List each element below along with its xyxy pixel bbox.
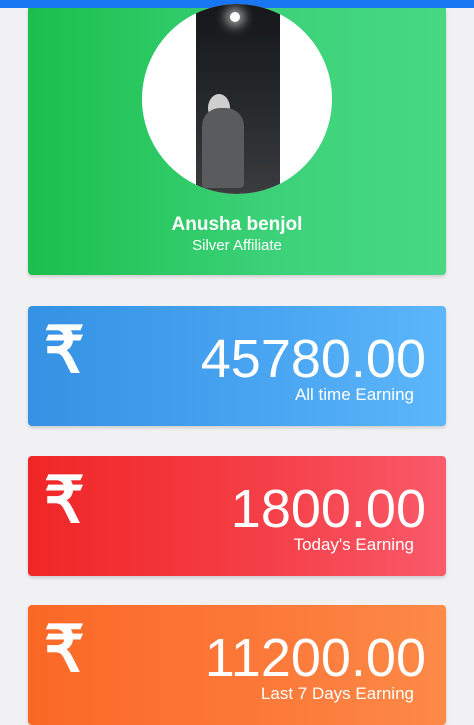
profile-role: Silver Affiliate xyxy=(192,237,282,254)
earning-label: All time Earning xyxy=(294,385,414,404)
profile-card: Anusha benjol Silver Affiliate xyxy=(28,4,446,275)
rupee-icon: ₹ xyxy=(44,314,85,386)
earning-label: Last 7 Days Earning xyxy=(260,684,414,703)
profile-avatar[interactable] xyxy=(142,4,332,194)
last-7-days-earning-card[interactable]: ₹ 11200.00 Last 7 Days Earning xyxy=(28,605,446,725)
earning-amount: 11200.00 xyxy=(204,628,426,688)
photo-light xyxy=(230,12,240,22)
all-time-earning-card[interactable]: ₹ 45780.00 All time Earning xyxy=(28,306,446,426)
photo-person xyxy=(202,108,244,188)
rupee-icon: ₹ xyxy=(44,464,85,536)
avatar-photo xyxy=(196,4,280,194)
rupee-icon: ₹ xyxy=(44,613,85,685)
earning-label: Today's Earning xyxy=(293,535,414,554)
todays-earning-card[interactable]: ₹ 1800.00 Today's Earning xyxy=(28,456,446,576)
profile-name: Anusha benjol xyxy=(171,214,303,235)
earning-amount: 1800.00 xyxy=(230,479,426,539)
earning-amount: 45780.00 xyxy=(200,329,426,389)
